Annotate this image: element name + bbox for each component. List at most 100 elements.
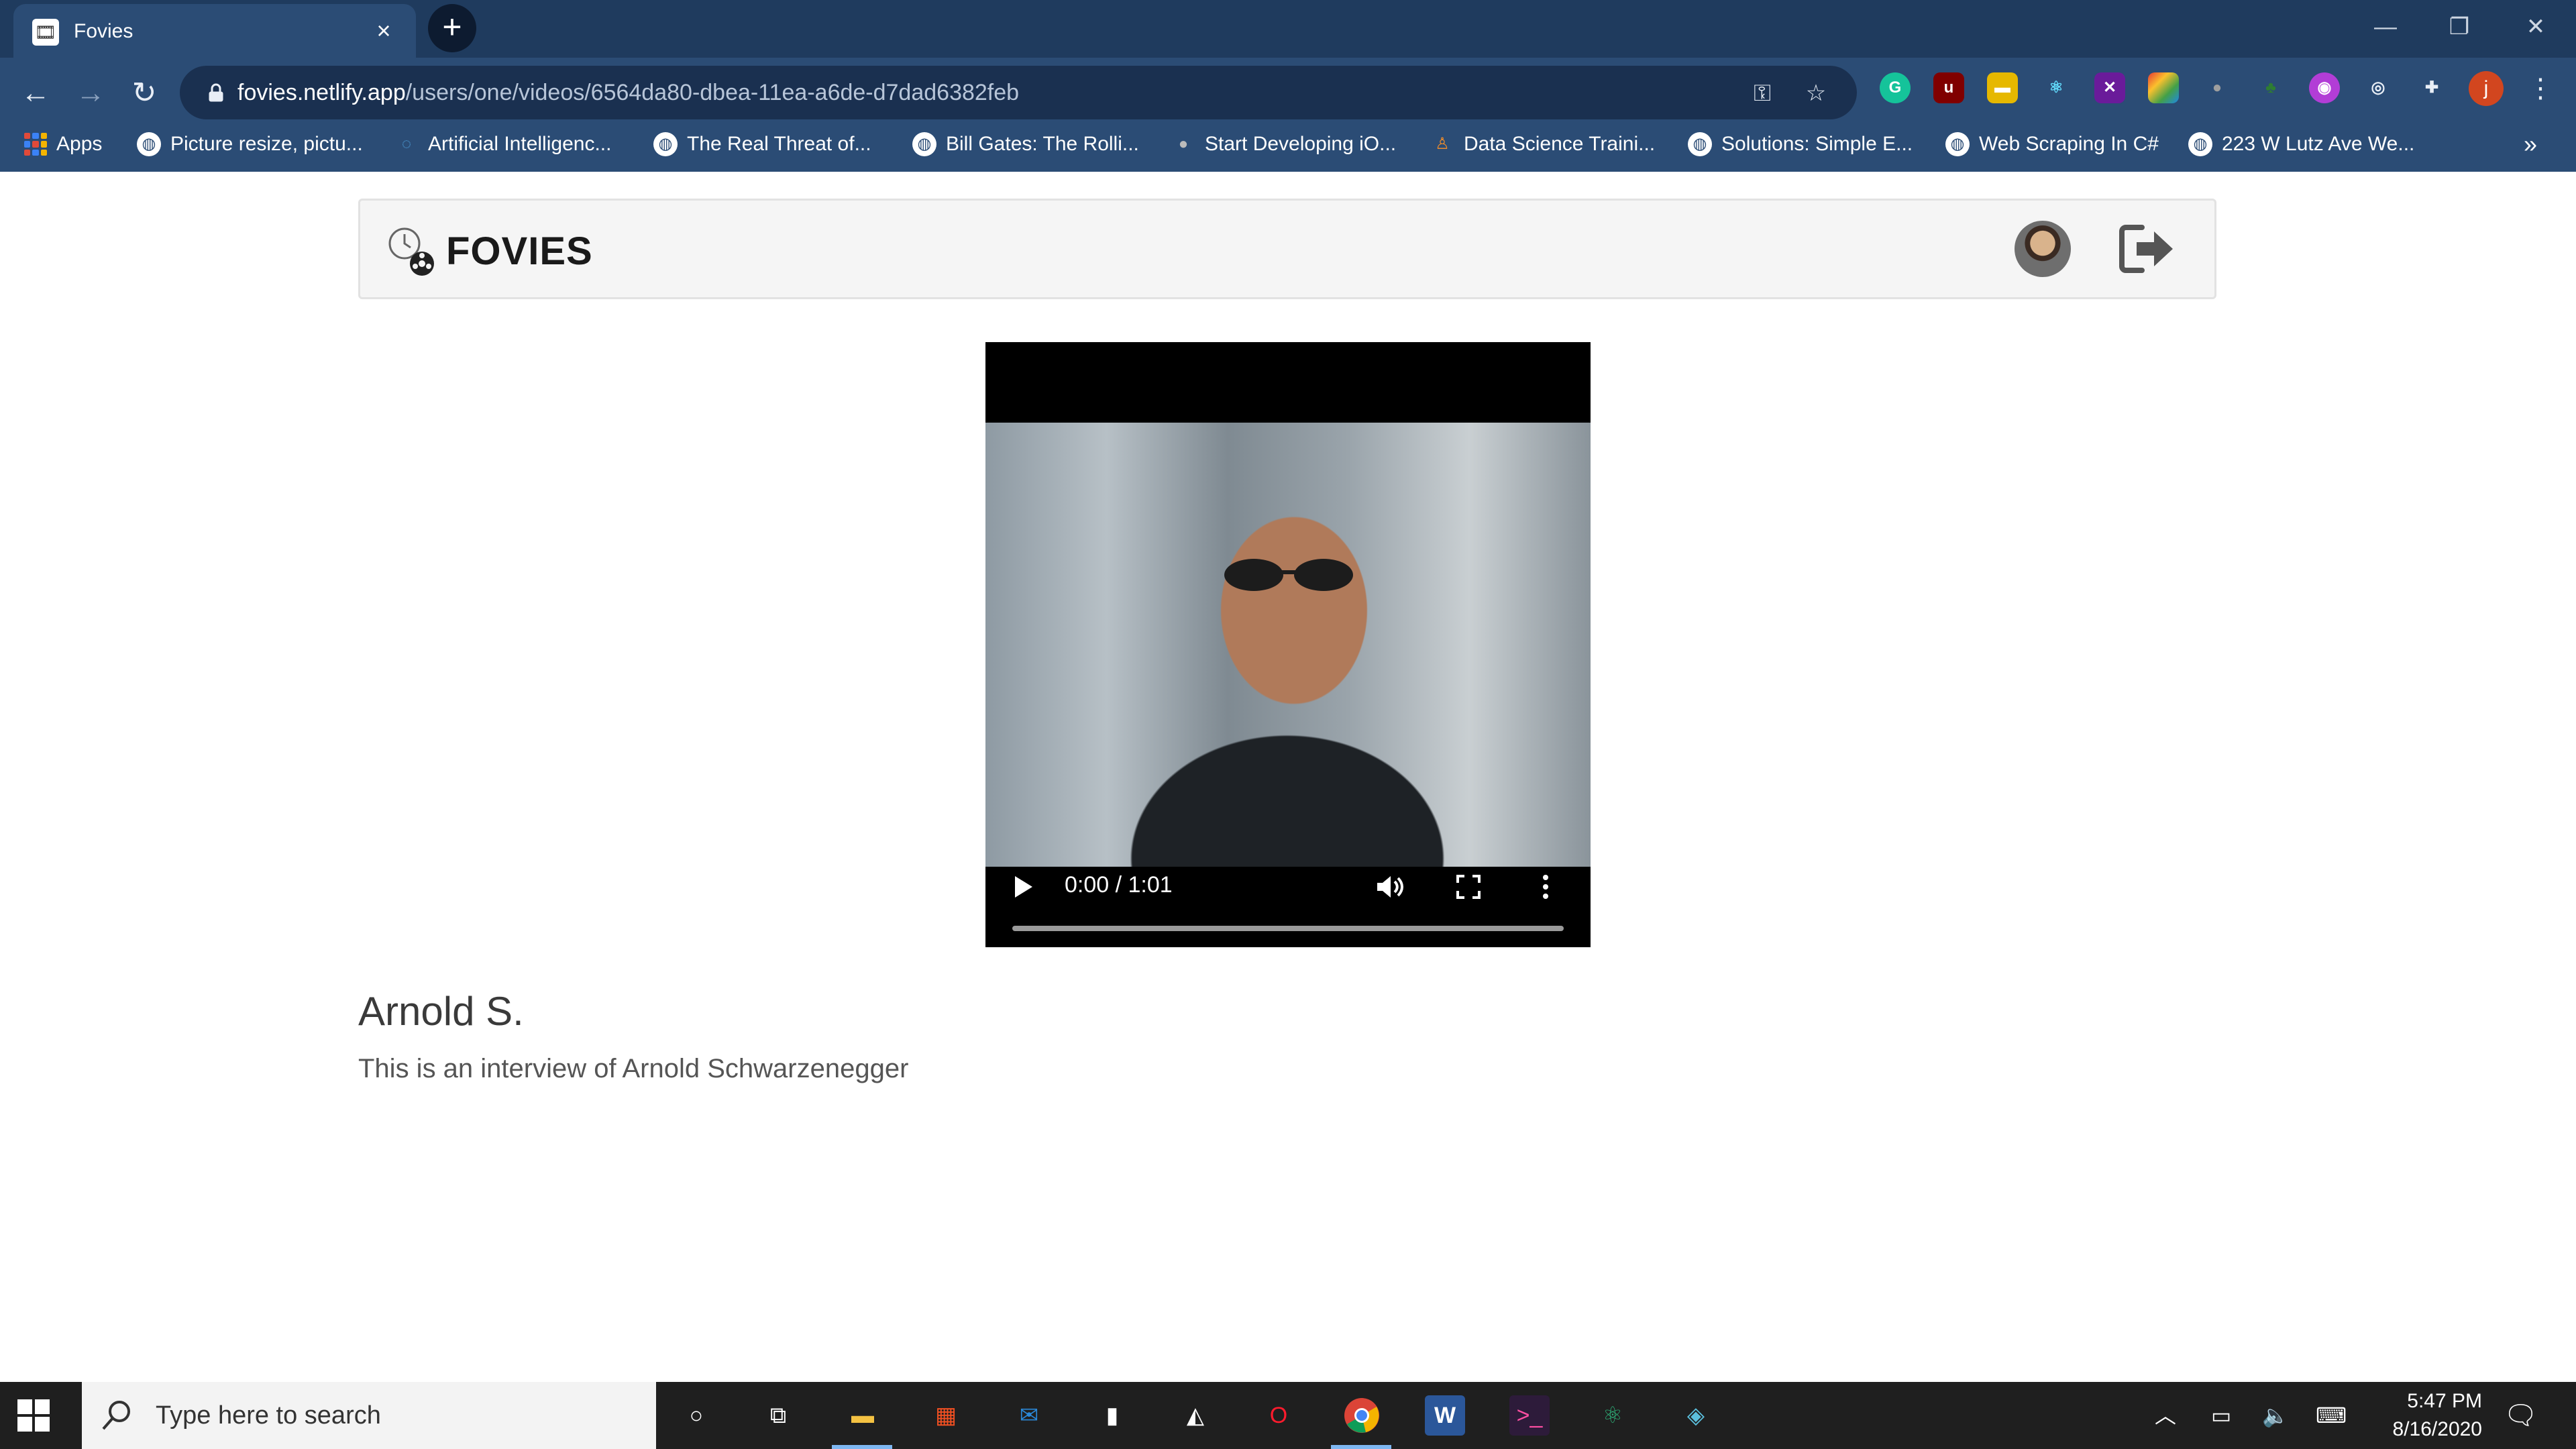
keyboard-icon[interactable]: ⌨ [2316,1401,2347,1430]
profile-avatar[interactable]: j [2469,71,2504,106]
react-devtools-icon[interactable]: ⚛ [2041,72,2072,103]
apple-icon: ● [1178,135,1189,153]
volume-icon[interactable] [1375,872,1405,909]
atom-icon[interactable]: ⚛ [1593,1395,1633,1436]
url-path: /users/one/videos/6564da80-dbea-11ea-a6d… [405,80,1020,105]
key-icon[interactable]: ⚿ [1747,78,1778,109]
intel-icon: ◌ [401,135,412,153]
url-host: fovies.netlify.app [237,80,406,105]
tab-close-icon[interactable]: × [369,16,398,46]
notifications-icon[interactable]: 🗨 [2504,1401,2538,1430]
more-options-icon[interactable] [1541,872,1550,909]
video-time: 0:00 / 1:01 [1065,872,1173,898]
search-placeholder: Type here to search [156,1401,381,1430]
video-progress-bar[interactable] [1012,926,1564,931]
color-extension-icon[interactable] [2148,72,2179,103]
bookmark-apps[interactable]: Apps [24,127,102,161]
fovies-favicon-icon: 🎞 [32,19,59,46]
bookmark-label: Picture resize, pictu... [170,133,363,155]
browser-tab[interactable]: 🎞 Fovies × [13,4,416,58]
volume-tray-icon[interactable]: 🔈 [2262,1401,2289,1430]
video-player[interactable]: 0:00 / 1:01 [985,342,1591,947]
notes-extension-icon[interactable]: ▬ [1987,72,2018,103]
bookmark-item[interactable]: ◍ Bill Gates: The Rolli... [912,127,1139,161]
chrome-icon[interactable] [1342,1395,1382,1436]
grammarly-extension-icon[interactable]: G [1880,72,1911,103]
microsoft-store-icon[interactable]: ▦ [926,1395,966,1436]
file-explorer-active-indicator [832,1445,892,1449]
globe-icon: ◍ [137,132,161,156]
tree-extension-icon[interactable]: ♣ [2255,72,2286,103]
opera-icon[interactable]: O [1258,1395,1299,1436]
bookmarks-overflow-icon[interactable]: » [2524,130,2537,158]
notepad-icon[interactable]: ▮ [1092,1395,1132,1436]
bookmark-label: Bill Gates: The Rolli... [946,133,1139,155]
browser-menu-icon[interactable]: ⋮ [2524,70,2557,107]
address-bar[interactable]: fovies.netlify.app/users/one/videos/6564… [180,66,1857,119]
site-header: FOVIES [358,199,2216,299]
purple-extension-icon[interactable]: ◉ [2309,72,2340,103]
battery-icon[interactable]: ▭ [2211,1401,2231,1430]
star-bookmark-icon[interactable]: ☆ [1801,78,1831,109]
browser-toolbar: ← → ↻ fovies.netlify.app/users/one/video… [0,58,2576,172]
url-text: fovies.netlify.app/users/one/videos/6564… [237,78,1019,107]
close-window-button[interactable]: ✕ [2509,7,2563,47]
globe-icon: ◍ [653,132,678,156]
bookmark-item[interactable]: ● Start Developing iO... [1171,127,1396,161]
new-tab-button[interactable]: + [428,4,476,52]
video-frame[interactable] [985,423,1591,867]
extensions-puzzle-icon[interactable]: ✚ [2416,72,2447,103]
target-extension-icon[interactable]: ◎ [2363,72,2394,103]
forward-button[interactable]: → [67,70,114,117]
logout-icon[interactable] [2118,222,2176,276]
bookmark-item[interactable]: ◍ Web Scraping In C# [1945,127,2159,161]
reload-button[interactable]: ↻ [121,70,168,117]
clock-time: 5:47 PM [2407,1390,2482,1412]
fullscreen-icon[interactable] [1455,872,1482,909]
terminal-icon[interactable]: >_ [1509,1395,1550,1436]
unity-icon[interactable]: ◭ [1175,1395,1216,1436]
bookmark-label: Solutions: Simple E... [1721,133,1913,155]
ublock-extension-icon[interactable]: u [1933,72,1964,103]
tab-title: Fovies [74,20,133,42]
clock-date: 8/16/2020 [2392,1418,2482,1440]
globe-icon: ◍ [912,132,936,156]
site-logo-text[interactable]: FOVIES [446,230,593,273]
app-icon[interactable]: ◈ [1676,1395,1716,1436]
taskbar-clock[interactable]: 5:47 PM 8/16/2020 [2361,1387,2482,1444]
minimize-button[interactable]: — [2359,7,2412,47]
film-reel-logo-icon[interactable] [387,225,443,281]
bookmark-item[interactable]: ♙ Data Science Traini... [1430,127,1655,161]
bookmark-item[interactable]: ◍ 223 W Lutz Ave We... [2188,127,2414,161]
bookmark-label: 223 W Lutz Ave We... [2222,133,2415,155]
extension-x-icon[interactable]: ✕ [2094,72,2125,103]
video-controls: 0:00 / 1:01 [985,856,1591,947]
windows-start-icon[interactable] [16,1398,51,1433]
gray-extension-icon[interactable]: ● [2202,72,2233,103]
task-view-icon[interactable]: ⧉ [758,1395,798,1436]
back-button[interactable]: ← [12,70,59,117]
bookmark-label: Apps [56,133,103,155]
video-title: Arnold S. [358,989,524,1034]
show-hidden-icons[interactable]: ︿ [2155,1401,2176,1430]
restore-button[interactable]: ❐ [2432,7,2486,47]
bookmark-label: Start Developing iO... [1205,133,1397,155]
bookmark-label: Data Science Traini... [1464,133,1656,155]
taskbar-search-box[interactable]: Type here to search [82,1382,656,1449]
bookmark-item[interactable]: ◍ The Real Threat of... [653,127,871,161]
apps-grid-icon [24,133,47,156]
play-icon[interactable] [1012,872,1035,909]
globe-icon: ◍ [2188,132,2212,156]
lock-icon [204,80,228,105]
cortana-icon[interactable]: ○ [676,1395,716,1436]
user-avatar[interactable] [2015,221,2071,277]
bookmark-item[interactable]: ◍ Solutions: Simple E... [1688,127,1913,161]
mail-icon[interactable]: ✉ [1009,1395,1049,1436]
search-icon [99,1398,134,1433]
word-icon[interactable]: W [1425,1395,1465,1436]
file-explorer-icon[interactable]: ▬ [843,1395,883,1436]
bookmark-item[interactable]: ◌ Artificial Intelligenc... [394,127,612,161]
bookmarks-bar: Apps ◍ Picture resize, pictu... ◌ Artifi… [0,121,2576,168]
bookmark-item[interactable]: ◍ Picture resize, pictu... [137,127,363,161]
sunglasses-shape [1224,559,1353,591]
